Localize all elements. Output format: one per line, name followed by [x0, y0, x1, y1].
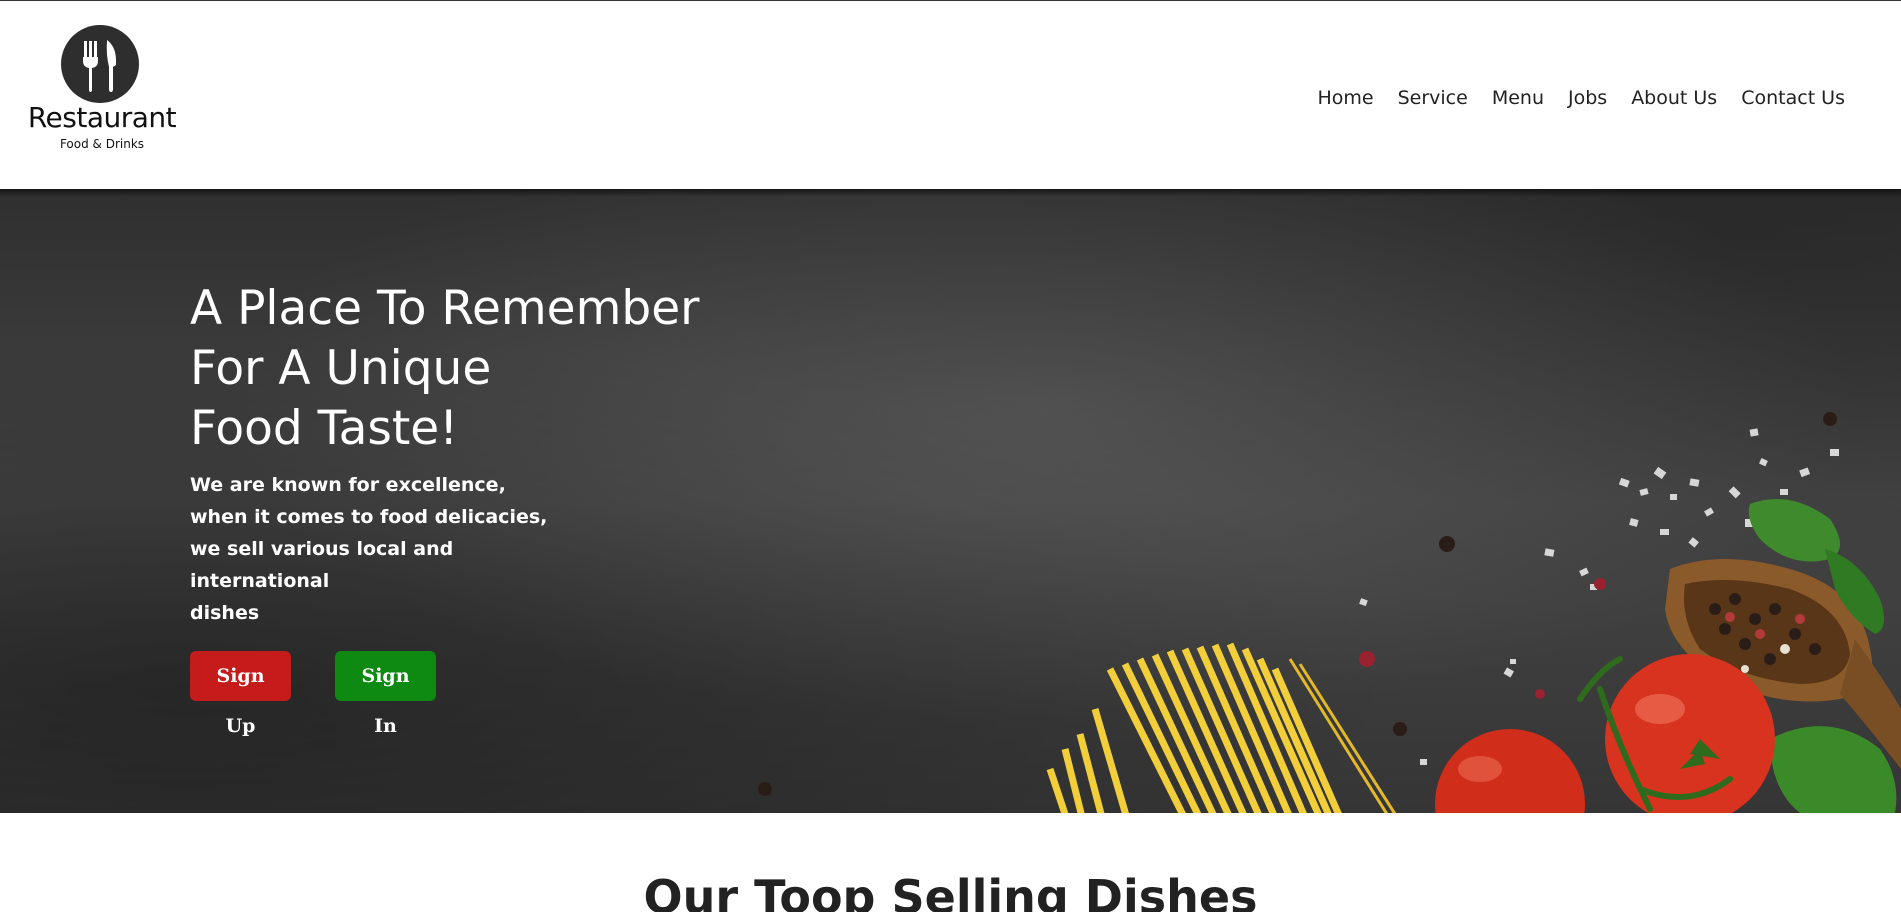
hero-title-line: For A Unique: [190, 341, 492, 396]
hero-description: We are known for excellence, when it com…: [190, 469, 590, 629]
nav-contact-us[interactable]: Contact Us: [1741, 87, 1845, 109]
logo-title: Restaurant: [27, 101, 177, 134]
section-title-top-selling: Our Toop Selling Dishes: [643, 870, 1258, 912]
nav-menu[interactable]: Menu: [1492, 87, 1544, 109]
nav-home[interactable]: Home: [1317, 87, 1373, 109]
hero-content: A Place To Remember For A Unique Food Ta…: [190, 279, 750, 737]
hero-desc-line: We are known for excellence,: [190, 474, 506, 496]
nav-jobs[interactable]: Jobs: [1568, 87, 1607, 109]
hero-banner: A Place To Remember For A Unique Food Ta…: [0, 189, 1901, 813]
logo-subtitle: Food & Drinks: [59, 137, 145, 151]
fork-knife-icon: [61, 25, 139, 103]
sign-in-button[interactable]: Sign In: [335, 651, 436, 737]
hero-title-line: Food Taste!: [190, 401, 459, 456]
hero-desc-line: dishes: [190, 602, 260, 624]
site-header: Restaurant Food & Drinks Home Service Me…: [0, 1, 1901, 189]
hero-title: A Place To Remember For A Unique Food Ta…: [190, 279, 750, 459]
hero-desc-line: when it comes to food delicacies,: [190, 506, 548, 528]
hero-title-line: A Place To Remember: [190, 281, 700, 336]
hero-desc-line: we sell various local and international: [190, 538, 454, 592]
nav-about-us[interactable]: About Us: [1631, 87, 1717, 109]
hero-buttons: Sign Up Sign In: [190, 651, 750, 737]
main-nav: Home Service Menu Jobs About Us Contact …: [1293, 87, 1845, 109]
sign-up-button[interactable]: Sign Up: [190, 651, 291, 737]
nav-service[interactable]: Service: [1398, 87, 1468, 109]
logo[interactable]: Restaurant Food & Drinks: [22, 23, 182, 153]
